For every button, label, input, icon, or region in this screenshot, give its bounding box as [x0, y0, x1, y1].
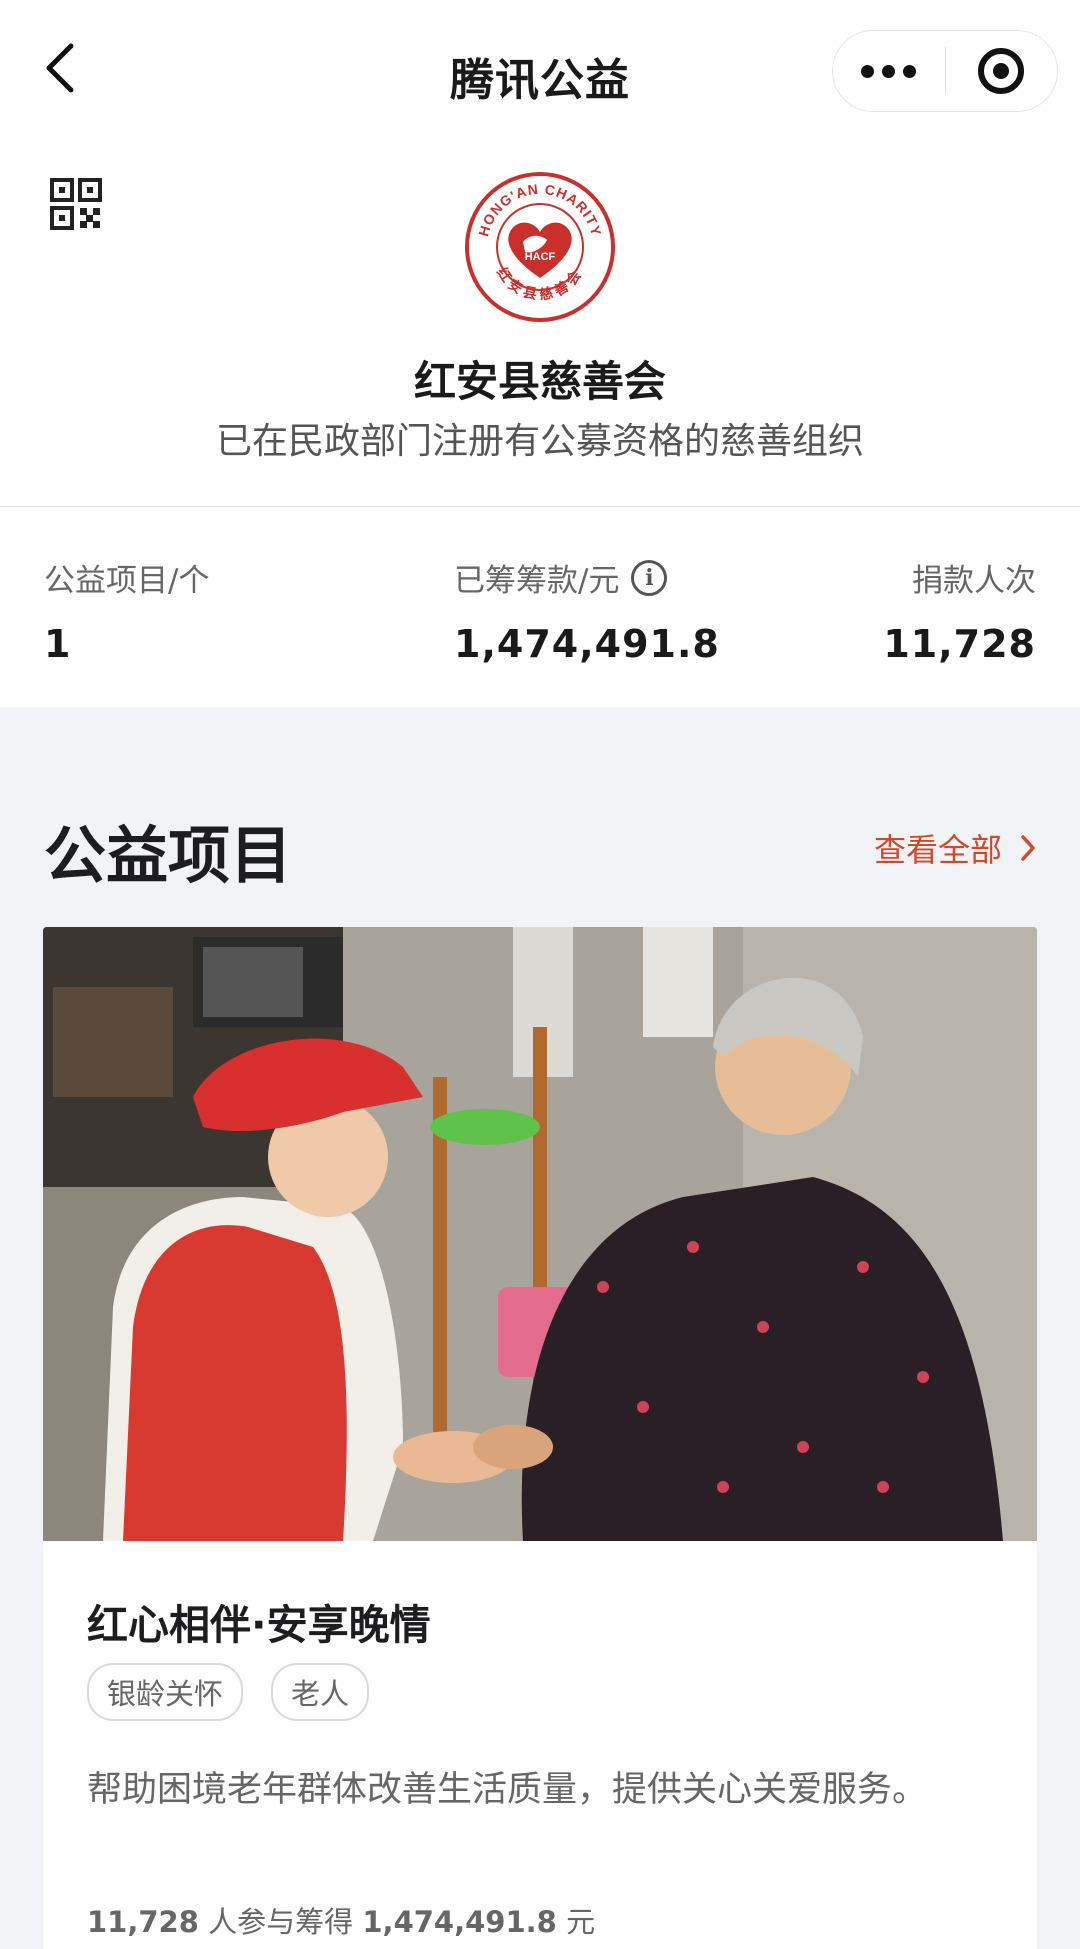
qr-code-icon: [50, 178, 102, 230]
view-all-link[interactable]: 查看全部: [874, 825, 1036, 871]
project-description: 帮助困境老年群体改善生活质量，提供关心关爱服务。: [87, 1770, 928, 1810]
org-name: 红安县慈善会: [413, 357, 666, 406]
project-amount: 1,474,491.8: [362, 1905, 557, 1939]
info-icon[interactable]: i: [631, 559, 668, 596]
stat-raised-label: 已筹筹款/元: [454, 563, 620, 599]
stat-projects-value: 1: [44, 622, 72, 666]
chevron-right-icon: [1021, 835, 1035, 861]
project-stats: 11,728 人参与筹得 1,474,491.8 元: [87, 1899, 595, 1941]
org-stats: 公益项目/个 1 已筹筹款/元 i 1,474,491.8 捐款人次 11,72…: [0, 507, 1080, 707]
stat-donors-label: 捐款人次: [912, 563, 1036, 599]
svg-text:HACF: HACF: [525, 251, 556, 263]
stat-projects: 公益项目/个 1: [44, 555, 209, 666]
tag-item: 银龄关怀: [87, 1663, 244, 1721]
stat-raised: 已筹筹款/元 i 1,474,491.8: [454, 555, 720, 666]
project-photo: [43, 927, 1037, 1541]
close-circle-icon: [978, 48, 1025, 94]
more-dots-icon: [861, 64, 917, 78]
page: 腾讯公益 HONG'AN CHARITY 红安县慈善会 HACF 红安县慈善会 …: [0, 0, 1080, 1949]
tag-item: 老人: [271, 1663, 370, 1721]
view-all-label: 查看全部: [873, 831, 1002, 869]
org-logo: HONG'AN CHARITY 红安县慈善会 HACF: [465, 172, 615, 322]
stat-donors: 捐款人次 11,728: [883, 555, 1036, 666]
stat-projects-label: 公益项目/个: [44, 563, 210, 599]
more-button[interactable]: [833, 31, 945, 111]
project-card[interactable]: 红心相伴·安享晚情 银龄关怀 老人 帮助困境老年群体改善生活质量，提供关心关爱服…: [43, 927, 1037, 1949]
org-header: 腾讯公益 HONG'AN CHARITY 红安县慈善会 HACF 红安县慈善会 …: [0, 0, 1080, 507]
stat-donors-value: 11,728: [883, 622, 1036, 666]
project-amount-unit: 元: [566, 1905, 596, 1939]
mini-program-capsule: [832, 30, 1058, 112]
section-title: 公益项目: [44, 819, 293, 892]
project-participants-suffix: 人参与筹得: [208, 1905, 354, 1939]
project-participants: 11,728: [87, 1905, 199, 1939]
nav-bar: 腾讯公益: [0, 0, 1080, 140]
close-button[interactable]: [946, 31, 1058, 111]
stat-raised-value: 1,474,491.8: [454, 622, 720, 666]
project-tags: 银龄关怀 老人: [87, 1663, 370, 1721]
qr-code-button[interactable]: [50, 178, 102, 230]
project-title: 红心相伴·安享晚情: [87, 1601, 431, 1649]
projects-section: 公益项目 查看全部 红心相伴·安享晚情 银龄关怀 老人 帮助困境老年群体改善生活…: [0, 707, 1080, 1949]
org-description: 已在民政部门注册有公募资格的慈善组织: [215, 421, 864, 462]
